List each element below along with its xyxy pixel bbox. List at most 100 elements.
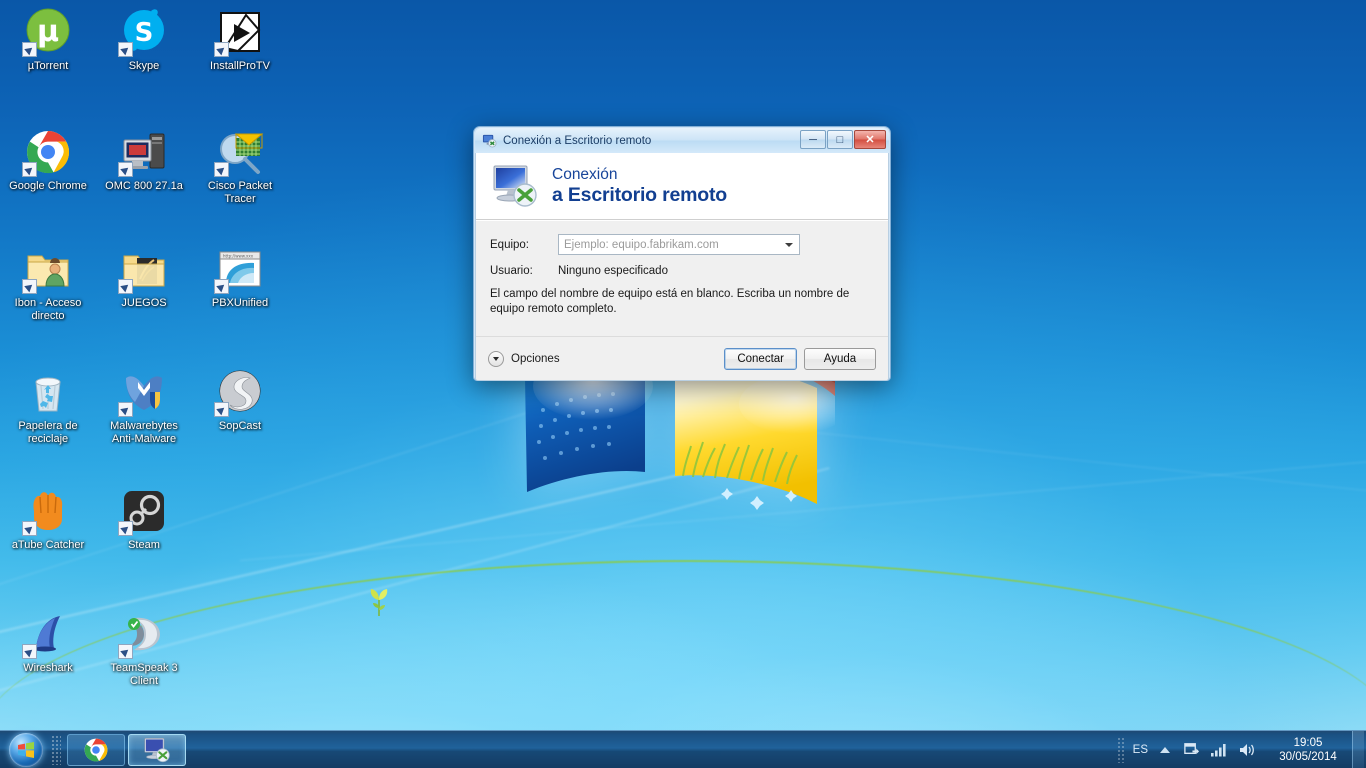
shortcut-overlay-icon	[118, 162, 133, 177]
desktop-icon-label: InstallProTV	[210, 60, 270, 72]
maximize-button[interactable]: □	[827, 130, 853, 149]
svg-text:S: S	[135, 18, 154, 48]
teamspeak-icon	[118, 610, 168, 659]
desktop-icon-label: SopCast	[218, 420, 262, 432]
window-controls: ─ □ ✕	[800, 130, 886, 149]
sopcast-icon	[214, 368, 264, 417]
desktop-icon-steam[interactable]: Steam	[102, 487, 186, 552]
desktop-icon-label: Cisco Packet Tracer	[207, 180, 273, 205]
taskbar-grip[interactable]	[51, 734, 61, 765]
network-signal-icon[interactable]	[1210, 742, 1228, 757]
packet-tracer-icon	[214, 128, 264, 177]
remote-desktop-monitor-icon	[493, 165, 537, 207]
utorrent-icon: µ	[22, 8, 72, 57]
start-button[interactable]	[2, 732, 50, 768]
shortcut-overlay-icon	[214, 162, 229, 177]
options-toggle[interactable]: Opciones	[488, 350, 560, 367]
clock-date: 30/05/2014	[1279, 750, 1337, 763]
web-shortcut-icon: http://www.xxx	[214, 245, 264, 294]
desktop-icon-skype[interactable]: S Skype	[102, 8, 186, 73]
desktop-icon-atube-catcher[interactable]: aTube Catcher	[6, 487, 90, 552]
desktop-icon-label: Google Chrome	[9, 180, 87, 192]
installprotv-icon	[214, 8, 264, 57]
chevron-down-icon[interactable]	[785, 243, 793, 247]
computer-field-label: Equipo:	[490, 238, 530, 251]
desktop-icon-installprotv[interactable]: InstallProTV	[198, 8, 282, 73]
desktop-icon-wireshark[interactable]: Wireshark	[6, 610, 90, 675]
desktop-icon-label: Malwarebytes Anti-Malware	[110, 420, 178, 445]
computer-combobox[interactable]: Ejemplo: equipo.fabrikam.com	[558, 234, 800, 255]
computer-input-placeholder: Ejemplo: equipo.fabrikam.com	[564, 238, 719, 251]
desktop-icon-juegos[interactable]: JUEGOS	[102, 245, 186, 310]
taskbar-button-remote-desktop[interactable]	[128, 733, 186, 766]
chrome-icon	[84, 738, 108, 761]
desktop-icon-label: OMC 800 27.1a	[105, 180, 183, 192]
dialog-header: Conexión a Escritorio remoto	[476, 153, 888, 220]
desktop-icon-label: JUEGOS	[121, 297, 167, 309]
desktop-icon-label: aTube Catcher	[11, 539, 85, 551]
shortcut-overlay-icon	[118, 402, 133, 417]
volume-icon[interactable]	[1238, 742, 1256, 758]
desktop-icon-papelera-de-reciclaje[interactable]: Papelera de reciclaje	[6, 368, 90, 445]
user-field-value: Ninguno especificado	[558, 265, 668, 277]
desktop-icon-cisco-packet-tracer[interactable]: Cisco Packet Tracer	[198, 128, 282, 205]
desktop-icon-teamspeak-3-client[interactable]: TeamSpeak 3 Client	[102, 610, 186, 687]
dialog-title: Conexión a Escritorio remoto	[503, 134, 652, 147]
user-folder-icon	[22, 245, 72, 294]
shortcut-overlay-icon	[118, 521, 133, 536]
user-field-row: Usuario: Ninguno especificado	[490, 265, 874, 277]
taskbar[interactable]: ES 19:05 30/05/2014	[0, 730, 1366, 768]
clock[interactable]: 19:05 30/05/2014	[1266, 736, 1350, 764]
system-tray: ES 19:05 30/05/2014	[1116, 730, 1366, 768]
help-button[interactable]: Ayuda	[804, 347, 876, 370]
tray-grip[interactable]	[1116, 736, 1126, 763]
desktop-icon-malwarebytes[interactable]: Malwarebytes Anti-Malware	[102, 368, 186, 445]
shortcut-overlay-icon	[22, 42, 37, 57]
show-desktop-button[interactable]	[1352, 730, 1364, 768]
dialog-form: Equipo: Ejemplo: equipo.fabrikam.com Usu…	[476, 220, 888, 277]
desktop-icon-omc-800[interactable]: OMC 800 27.1a	[102, 128, 186, 193]
folder-icon	[118, 245, 168, 294]
chrome-icon	[22, 128, 72, 177]
minimize-button[interactable]: ─	[800, 130, 826, 149]
chevron-down-circle-icon[interactable]	[488, 350, 504, 367]
shortcut-overlay-icon	[214, 42, 229, 57]
steam-icon	[118, 487, 168, 536]
desktop-icon-label: µTorrent	[27, 60, 69, 72]
desktop-icon-ibon-acceso-directo[interactable]: Ibon - Acceso directo	[6, 245, 90, 322]
desktop-icon-label: Papelera de reciclaje	[18, 420, 78, 445]
remote-desktop-dialog[interactable]: Conexión a Escritorio remoto ─ □ ✕ Conex…	[473, 126, 891, 381]
shortcut-overlay-icon	[22, 279, 37, 294]
dialog-header-line2: a Escritorio remoto	[552, 183, 727, 206]
show-hidden-icons-button[interactable]	[1160, 746, 1170, 753]
desktop-icon-utorrent[interactable]: µ µTorrent	[6, 8, 90, 73]
desktop-icon-pbxunified[interactable]: http://www.xxx PBXUnified	[198, 245, 282, 310]
svg-text:http://www.xxx: http://www.xxx	[223, 254, 254, 259]
desktop-icon-label: Wireshark	[23, 662, 73, 674]
svg-text:µ: µ	[37, 14, 59, 49]
dialog-titlebar[interactable]: Conexión a Escritorio remoto ─ □ ✕	[475, 128, 889, 153]
dialog-header-text: Conexión a Escritorio remoto	[552, 166, 727, 207]
desktop-icon-label: Skype	[128, 60, 160, 72]
connect-button[interactable]: Conectar	[724, 347, 797, 370]
shortcut-overlay-icon	[214, 402, 229, 417]
clock-time: 19:05	[1293, 736, 1323, 749]
desktop-icon-grid: µ µTorrent S Skype InstallProTV Google C…	[0, 0, 300, 720]
close-button[interactable]: ✕	[854, 130, 886, 149]
shortcut-overlay-icon	[118, 42, 133, 57]
atube-catcher-icon	[22, 487, 72, 536]
action-center-icon[interactable]	[1183, 741, 1200, 758]
skype-icon: S	[118, 8, 168, 57]
desktop-icon-google-chrome[interactable]: Google Chrome	[6, 128, 90, 193]
shortcut-overlay-icon	[118, 279, 133, 294]
language-indicator[interactable]: ES	[1133, 744, 1148, 756]
taskbar-button-chrome[interactable]	[67, 733, 125, 766]
desktop-icon-label: Ibon - Acceso directo	[14, 297, 82, 322]
dialog-header-line1: Conexión	[552, 165, 618, 183]
shortcut-overlay-icon	[22, 521, 37, 536]
computer-field-row: Equipo: Ejemplo: equipo.fabrikam.com	[490, 234, 874, 255]
wireshark-icon	[22, 610, 72, 659]
dialog-footer: Opciones Conectar Ayuda	[476, 336, 888, 380]
desktop-icon-sopcast[interactable]: SopCast	[198, 368, 282, 433]
recycle-bin-icon	[24, 368, 72, 416]
